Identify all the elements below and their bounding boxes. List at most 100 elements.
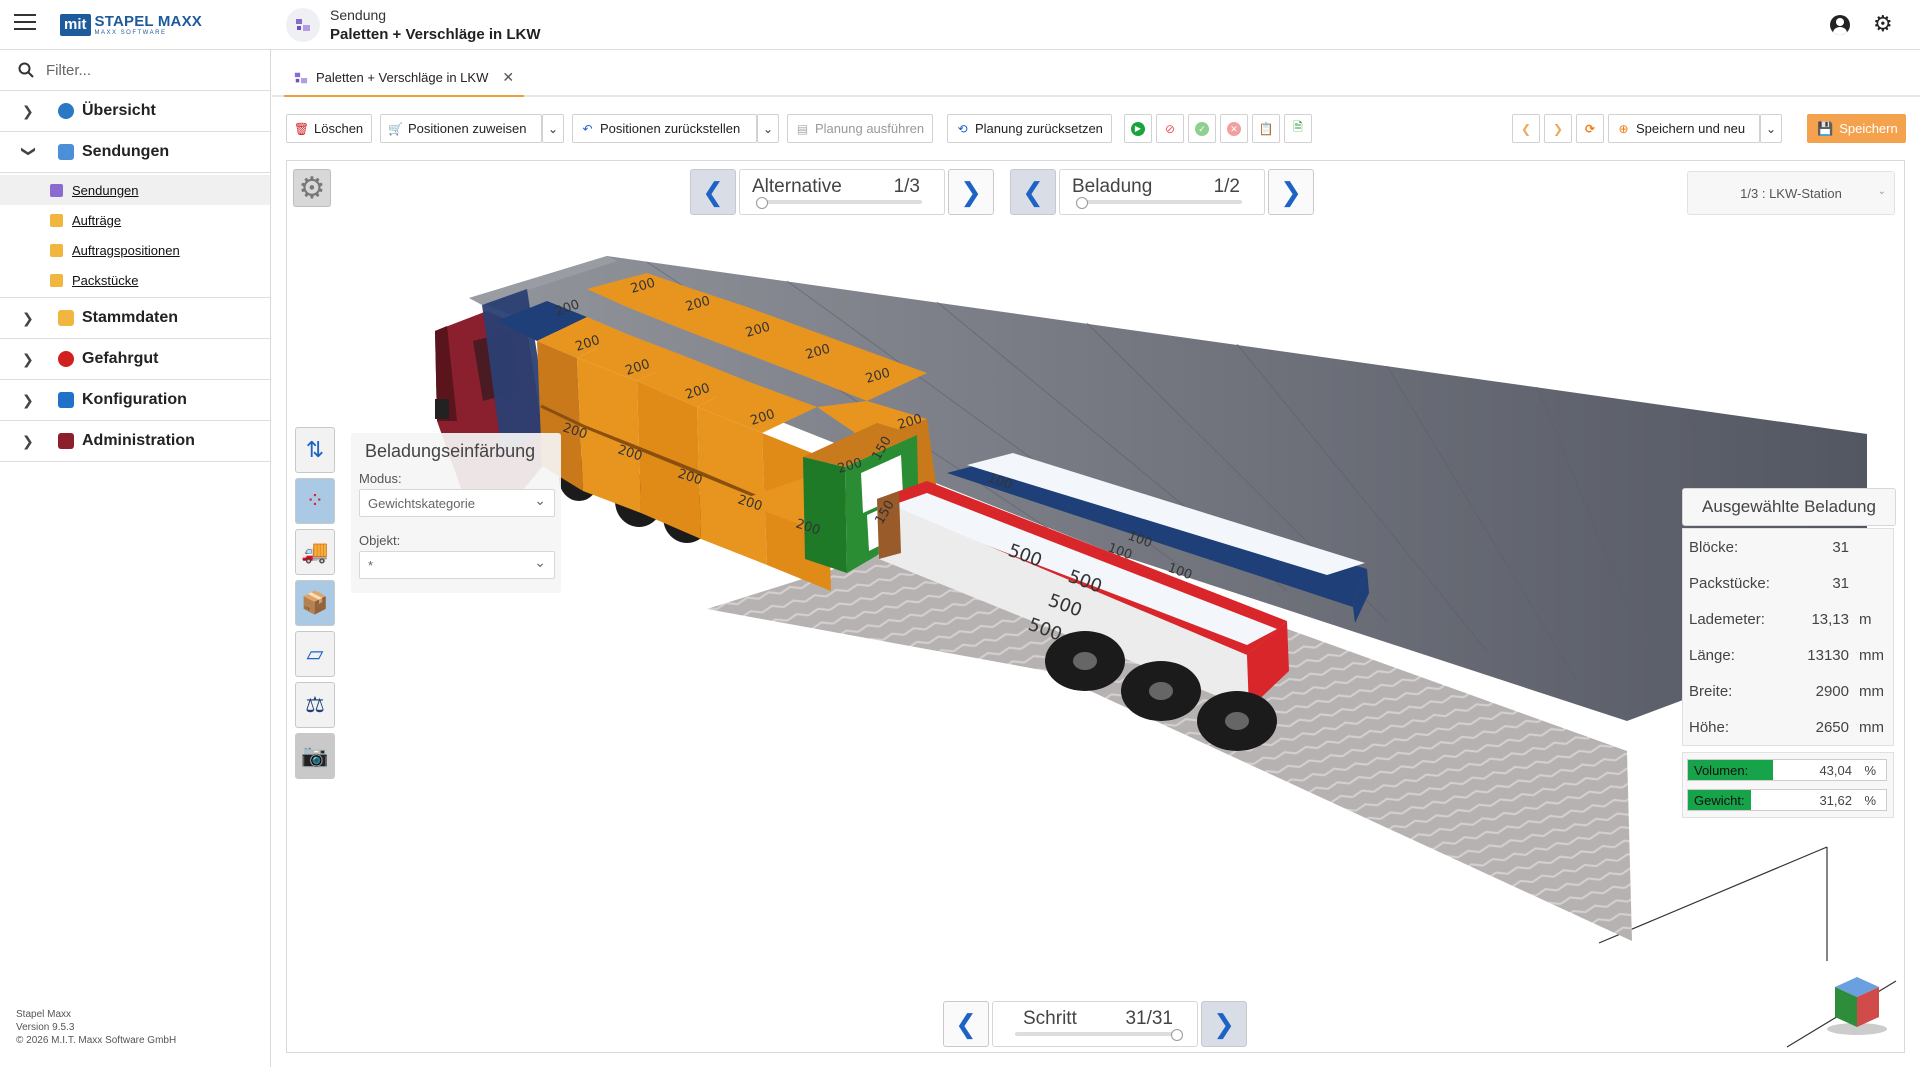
close-icon[interactable]: ✕ [502,69,514,86]
tab-label: Paletten + Verschläge in LKW [316,70,489,85]
load-row-packages: Packstücke: 31 [1683,565,1893,601]
delete-button[interactable]: 🗑 Löschen [286,114,373,143]
step-thumb[interactable] [1171,1029,1183,1041]
execute-planning-button[interactable]: ▤ Planung ausführen [787,114,934,143]
loading-prev-button[interactable]: ❮ [1010,169,1056,215]
refresh-button[interactable]: ⟳ [1576,114,1604,143]
export-button[interactable]: 📋 [1252,114,1280,143]
sidebar-group-gefahrgut[interactable]: ❯ Gefahrgut [0,339,270,380]
package-view-button[interactable]: 📦 [295,580,335,626]
alternative-next-button[interactable]: ❯ [948,169,994,215]
camera-icon: 📷 [301,743,329,768]
assign-positions-dropdown[interactable]: ⌄ [542,114,564,143]
alternative-thumb[interactable] [756,197,768,209]
previous-button[interactable]: ❮ [1512,114,1540,143]
sidebar-item-packstuecke[interactable]: Packstücke [0,265,270,295]
view-cube[interactable] [1823,967,1893,1037]
sidebar-group-uebersicht[interactable]: ❯ Übersicht [0,91,270,132]
station-select[interactable]: 1/3 : LKW-Station ⌄ [1687,171,1895,215]
page-heading: Paletten + Verschläge in LKW [330,26,541,43]
filter-input[interactable] [46,61,246,79]
mode-select[interactable]: Gewichtskategorie [359,489,555,517]
sort-tool-button[interactable]: ⇅ [295,427,335,473]
approve-button[interactable]: ✓ [1188,114,1216,143]
row-label: Blöcke: [1689,538,1739,556]
coloring-tool-button[interactable]: ⁘ [295,478,335,524]
app-logo[interactable]: mit STAPEL MAXX MAXX SOFTWARE [60,13,202,37]
gear-icon: ⚙ [298,171,326,205]
app-header: mit STAPEL MAXX MAXX SOFTWARE Sendung Pa… [0,0,1920,50]
truck-3d-scene[interactable]: 2002002002002002002002002002002002002002… [287,161,1905,1053]
scale-icon: ⚖ [305,692,325,717]
coloring-title: Beladungseinfärbung [365,441,536,461]
check-icon: ✓ [1195,121,1209,136]
reset-positions-dropdown[interactable]: ⌄ [757,114,779,143]
next-button[interactable]: ❯ [1544,114,1572,143]
object-label: Objekt: [359,533,401,548]
viewer-settings-button[interactable]: ⚙ [293,169,331,207]
report-button[interactable]: 🗎 [1284,114,1312,143]
sidebar-group-label: Stammdaten [82,309,179,326]
save-and-new-button[interactable]: ⊕ Speichern und neu [1608,114,1760,143]
step-next-button[interactable]: ❯ [1201,1001,1247,1047]
sidebar-item-label: Sendungen [72,182,139,198]
screenshot-button[interactable]: 📷 [295,733,335,779]
sidebar-item-sendungen[interactable]: Sendungen [0,175,270,205]
loading-track [1082,200,1242,204]
layer-view-button[interactable]: ▱ [295,631,335,677]
chevron-left-icon: ❮ [955,1008,977,1039]
report-icon: 🗎 [1293,120,1303,134]
object-value: * [368,558,374,573]
selected-load-rows: Blöcke: 31 Packstücke: 31 Lademeter: 13,… [1682,528,1894,746]
object-select[interactable]: * [359,551,555,579]
menu-icon[interactable] [14,14,36,32]
row-unit: mm [1859,646,1884,664]
loading-next-button[interactable]: ❯ [1268,169,1314,215]
alternative-slider[interactable]: Alternative 1/3 [739,169,945,215]
sidebar-filter [0,50,270,91]
admin-icon [58,433,74,449]
loading-stepper: ❮ Beladung 1/2 ❯ [1010,169,1314,215]
tab-shipment[interactable]: Paletten + Verschläge in LKW ✕ [284,60,525,97]
config-icon [58,392,74,408]
load-row-loading-meters: Lademeter: 13,13 m [1683,601,1893,637]
sidebar-group-administration[interactable]: ❯ Administration [0,421,270,462]
reject-icon: ✕ [1227,121,1241,136]
save-and-new-dropdown[interactable]: ⌄ [1760,114,1782,143]
load-viewer[interactable]: 200 200 200 200 200 200 200 200 200 200 200 200 200 2… [286,160,1905,1053]
settings-icon[interactable]: ⚙ [1873,13,1893,35]
floppy-icon: 💾 [1817,120,1834,136]
start-button[interactable]: ▶ [1124,114,1152,143]
selected-load-panel: Ausgewählte Beladung Blöcke: 31 Packstüc… [1682,488,1896,818]
step-prev-button[interactable]: ❮ [943,1001,989,1047]
reject-button[interactable]: ✕ [1220,114,1248,143]
volume-value: 43,04 [1819,763,1852,778]
step-slider[interactable]: Schritt 31/31 [992,1001,1198,1047]
truck-view-button[interactable]: 🚚 [295,529,335,575]
selected-load-title[interactable]: Ausgewählte Beladung [1682,488,1896,526]
package-icon: 📦 [301,590,329,615]
alternative-prev-button[interactable]: ❮ [690,169,736,215]
sidebar-item-auftragspositionen[interactable]: Auftragspositionen [0,235,270,265]
assign-positions-button[interactable]: 🛒 Positionen zuweisen [380,114,542,143]
sidebar-group-sendungen[interactable]: ❯ Sendungen [0,132,270,173]
weight-balance-button[interactable]: ⚖ [295,682,335,728]
version-copyright: © 2026 M.I.T. Maxx Software GmbH [16,1035,177,1046]
loading-thumb[interactable] [1076,197,1088,209]
globe-icon [58,103,74,119]
truck-icon: 🚚 [301,539,329,564]
cancel-button[interactable]: ⊘ [1156,114,1184,143]
refresh-icon: ⟳ [1584,121,1596,136]
sidebar-item-auftraege[interactable]: Aufträge [0,205,270,235]
save-button[interactable]: 💾 Speichern [1807,114,1906,143]
history-icon: ⟲ [957,121,968,136]
reset-positions-button[interactable]: ↶ Positionen zurückstellen [572,114,757,143]
sidebar-group-stammdaten[interactable]: ❯ Stammdaten [0,298,270,339]
page-title: Sendung Paletten + Verschläge in LKW [330,7,540,43]
reset-planning-button[interactable]: ⟲ Planung zurücksetzen [947,114,1112,143]
alternative-label: Alternative [752,176,842,197]
sidebar-group-konfiguration[interactable]: ❯ Konfiguration [0,380,270,421]
sort-arrows-icon: ⇅ [305,437,325,462]
loading-slider[interactable]: Beladung 1/2 [1059,169,1265,215]
user-icon[interactable] [1830,15,1850,35]
